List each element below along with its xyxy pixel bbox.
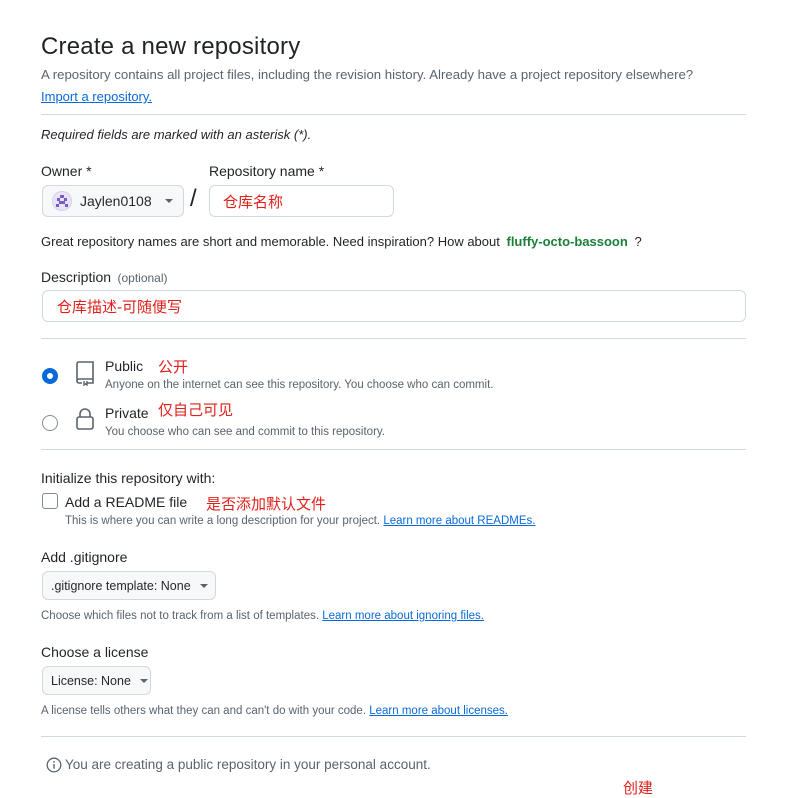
owner-repo-separator: / bbox=[190, 185, 197, 212]
learn-more-licenses-link[interactable]: Learn more about licenses. bbox=[369, 705, 508, 717]
gitignore-description-text: Choose which files not to track from a l… bbox=[41, 610, 320, 622]
private-description: You choose who can see and commit to thi… bbox=[105, 426, 385, 438]
suggestion-text: Great repository names are short and mem… bbox=[41, 234, 500, 249]
page-title: Create a new repository bbox=[41, 33, 301, 60]
gitignore-heading: Add .gitignore bbox=[41, 549, 128, 565]
private-annotation: 仅自己可见 bbox=[158, 402, 234, 419]
public-radio[interactable] bbox=[42, 368, 58, 384]
identicon-icon bbox=[56, 195, 68, 207]
divider bbox=[41, 114, 746, 115]
public-description: Anyone on the internet can see this repo… bbox=[105, 379, 494, 391]
learn-more-ignoring-files-link[interactable]: Learn more about ignoring files. bbox=[322, 610, 484, 622]
repository-name-value: 仓库名称 bbox=[223, 193, 284, 211]
suggested-name-link[interactable]: fluffy-octo-bassoon bbox=[506, 234, 627, 249]
chevron-down-icon bbox=[139, 678, 148, 683]
readme-annotation: 是否添加默认文件 bbox=[206, 496, 327, 513]
initialize-heading: Initialize this repository with: bbox=[41, 470, 216, 486]
license-description-text: A license tells others what they can and… bbox=[41, 705, 367, 717]
info-icon bbox=[46, 757, 62, 778]
repository-name-input[interactable]: 仓库名称 bbox=[209, 185, 394, 217]
owner-name: Jaylen0108 bbox=[80, 193, 152, 209]
license-select[interactable]: License: None bbox=[42, 666, 151, 695]
license-select-label: License: None bbox=[51, 673, 131, 688]
private-label: Private bbox=[105, 405, 149, 421]
create-annotation: 创建 bbox=[623, 780, 654, 797]
public-annotation: 公开 bbox=[158, 359, 189, 376]
readme-description: This is where you can write a long descr… bbox=[65, 515, 535, 527]
readme-checkbox[interactable] bbox=[42, 493, 58, 509]
chevron-down-icon bbox=[164, 199, 173, 203]
lock-icon bbox=[75, 407, 95, 436]
learn-more-readmes-link[interactable]: Learn more about READMEs. bbox=[383, 515, 535, 527]
gitignore-description: Choose which files not to track from a l… bbox=[41, 610, 484, 622]
owner-select[interactable]: Jaylen0108 bbox=[42, 185, 184, 217]
readme-label: Add a README file bbox=[65, 494, 188, 510]
repository-name-label: Repository name * bbox=[209, 163, 325, 179]
divider bbox=[41, 338, 746, 339]
description-label: Description (optional) bbox=[41, 269, 168, 287]
divider bbox=[41, 736, 746, 737]
readme-description-text: This is where you can write a long descr… bbox=[65, 515, 381, 527]
license-heading: Choose a license bbox=[41, 644, 149, 660]
private-radio[interactable] bbox=[42, 415, 58, 431]
chevron-down-icon bbox=[199, 583, 208, 588]
gitignore-template-select[interactable]: .gitignore template: None bbox=[42, 571, 216, 600]
public-label: Public bbox=[105, 358, 144, 374]
gitignore-select-label: .gitignore template: None bbox=[51, 578, 191, 593]
public-repo-notice: You are creating a public repository in … bbox=[65, 757, 431, 772]
suggestion-end: ? bbox=[634, 234, 642, 249]
required-fields-note: Required fields are marked with an aster… bbox=[41, 127, 312, 142]
optional-tag: (optional) bbox=[117, 271, 168, 285]
divider bbox=[41, 449, 746, 450]
page-subtitle: A repository contains all project files,… bbox=[41, 67, 694, 82]
owner-label: Owner * bbox=[41, 163, 92, 179]
description-input[interactable]: 仓库描述-可随便写 bbox=[42, 290, 746, 322]
license-description: A license tells others what they can and… bbox=[41, 705, 508, 717]
import-repository-link[interactable]: Import a repository. bbox=[41, 89, 152, 104]
repo-icon bbox=[74, 360, 96, 391]
description-label-text: Description bbox=[41, 269, 112, 285]
avatar bbox=[52, 191, 72, 211]
name-suggestion: Great repository names are short and mem… bbox=[41, 234, 642, 249]
description-value: 仓库描述-可随便写 bbox=[57, 298, 182, 316]
